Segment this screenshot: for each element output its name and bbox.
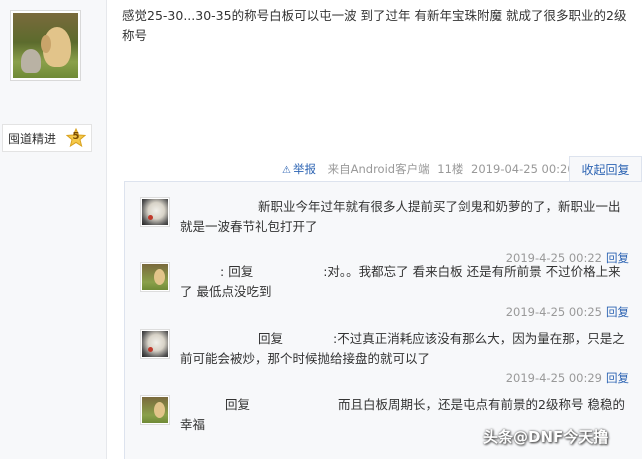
post-content: 感觉25-30...30-35的称号白板可以屯一波 到了过年 有新年宝珠附魔 就… — [122, 8, 627, 43]
reply-list: 新职业今年过年就有很多人提前买了剑鬼和奶萝的了，新职业一出就是一波春节礼包打开了… — [124, 181, 642, 459]
author-avatar[interactable] — [10, 10, 81, 81]
report-link[interactable]: ⚠ 举报 — [282, 162, 320, 176]
reply-text: : 回复:对。。我都忘了 看来白板 还是有所前景 不过价格上来了 最低点没吃到 — [180, 264, 621, 299]
member-level-badge[interactable]: 囤道精进 5 — [2, 124, 92, 152]
reply-button[interactable]: 回复 — [606, 305, 629, 319]
collapse-replies-button[interactable]: 收起回复 — [569, 156, 642, 182]
watermark: 头条@DNF今天撸 — [483, 428, 609, 446]
dog-photo — [13, 13, 78, 78]
reply-time: 2019-4-25 00:25 — [505, 305, 602, 319]
reply-button[interactable]: 回复 — [606, 371, 629, 385]
reply-avatar[interactable] — [140, 197, 170, 227]
badge-level: 5 — [72, 131, 80, 142]
badge-label: 囤道精进 — [8, 132, 57, 146]
post-tail: ⚠ 举报 来自Android客户端 11楼 2019-04-25 00:20 — [282, 161, 579, 177]
reply-meta: 2019-4-25 00:29 回复 — [506, 370, 629, 386]
list-item: : 回复:对。。我都忘了 看来白板 还是有所前景 不过价格上来了 最低点没吃到 … — [140, 262, 635, 322]
post-time: 2019-04-25 00:20 — [471, 162, 575, 176]
reply-avatar[interactable] — [140, 262, 170, 292]
list-item: 回复:不过真正消耗应该没有那么大，因为量在那，只是之前可能会被炒，那个时候抛给接… — [140, 329, 635, 389]
reply-time: 2019-4-25 00:29 — [505, 371, 602, 385]
author-sidebar: 囤道精进 5 — [0, 0, 107, 459]
floor-number: 11楼 — [437, 162, 464, 176]
reply-avatar[interactable] — [140, 329, 170, 359]
reply-meta: 2019-4-25 00:25 回复 — [506, 304, 629, 320]
reply-text: 新职业今年过年就有很多人提前买了剑鬼和奶萝的了，新职业一出就是一波春节礼包打开了 — [180, 199, 621, 234]
reply-text: 回复:不过真正消耗应该没有那么大，因为量在那，只是之前可能会被炒，那个时候抛给接… — [180, 331, 625, 366]
post-source: 来自Android客户端 — [327, 162, 430, 176]
warning-icon: ⚠ — [282, 165, 291, 176]
list-item: 新职业今年过年就有很多人提前买了剑鬼和奶萝的了，新职业一出就是一波春节礼包打开了… — [140, 197, 635, 265]
reply-avatar[interactable] — [140, 395, 170, 425]
level-star-icon: 5 — [65, 127, 87, 148]
